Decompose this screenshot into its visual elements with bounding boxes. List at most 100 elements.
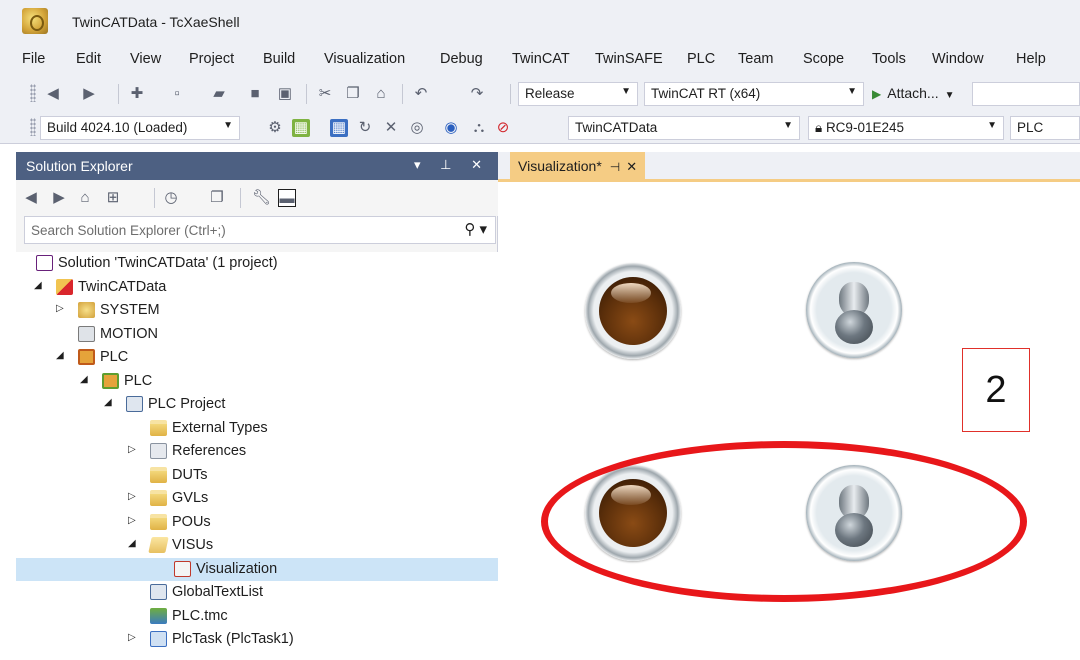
target-icon[interactable]: ◎ xyxy=(408,119,426,137)
properties-icon[interactable]: 🔧︎ xyxy=(252,189,271,207)
hide-disabled-icon[interactable]: ⊘ xyxy=(494,119,512,137)
tree-item-plc-tmc[interactable]: PLC.tmc xyxy=(16,605,498,629)
twincat-toolbar: Build 4024.10 (Loaded) ▼ ⚙ ▦ ▦ ↻ ✕ ◎ ◉ ⛬… xyxy=(0,110,1080,144)
preview-icon[interactable]: ▬ xyxy=(278,189,296,207)
configuration-dropdown[interactable]: Release ▼ xyxy=(518,82,638,106)
menu-plc[interactable]: PLC xyxy=(687,51,715,67)
menu-twincat[interactable]: TwinCAT xyxy=(512,51,570,67)
toolbar-grip-icon[interactable] xyxy=(30,118,36,136)
panel-header-icons[interactable]: ▾ ⊥ ✕ xyxy=(414,157,490,173)
tree-item-gvls[interactable]: ▷ GVLs xyxy=(16,487,498,511)
menu-twinsafe[interactable]: TwinSAFE xyxy=(595,51,663,67)
toggle-switch-element-1[interactable] xyxy=(806,262,902,358)
app-logo-icon xyxy=(22,8,48,34)
collapsed-arrow-icon[interactable]: ▷ xyxy=(56,303,64,314)
tree-item-motion[interactable]: MOTION xyxy=(16,323,498,347)
undo-icon[interactable]: ↶ xyxy=(412,85,430,103)
save-all-icon[interactable]: ▣ xyxy=(276,85,294,103)
tree-item-plc-project-node[interactable]: ◢ PLC xyxy=(16,370,498,394)
tree-item-system[interactable]: ▷ SYSTEM xyxy=(16,299,498,323)
collapse-all-icon[interactable]: ❐ xyxy=(208,189,226,207)
tree-item-plctask[interactable]: ▷ PlcTask (PlcTask1) xyxy=(16,628,498,652)
home-icon[interactable]: ⌂ xyxy=(76,189,94,207)
tree-item-twincatdata[interactable]: ◢ TwinCATData xyxy=(16,276,498,300)
run-mode-icon[interactable]: ▦ xyxy=(292,119,310,137)
config-mode-icon[interactable]: ▦ xyxy=(330,119,348,137)
menu-team[interactable]: Team xyxy=(738,51,773,67)
extra-combo[interactable] xyxy=(972,82,1080,106)
activate-configuration-icon[interactable]: ⚙ xyxy=(266,119,284,137)
navigate-back-icon[interactable]: ◀ xyxy=(44,85,62,103)
navigate-forward-icon[interactable]: ▶ xyxy=(80,85,98,103)
expanded-arrow-icon[interactable]: ◢ xyxy=(34,280,42,291)
twincat-project-icon xyxy=(56,278,73,295)
target-system-dropdown[interactable]: 🔒︎ RC9-01E245 ▼ xyxy=(808,116,1004,140)
title-bar: TwinCATData - TcXaeShell xyxy=(0,0,1080,44)
tree-item-visualization[interactable]: Visualization xyxy=(16,557,498,581)
highlight-ellipse xyxy=(541,441,1027,602)
paste-icon[interactable]: ⌂ xyxy=(372,85,390,103)
solution-explorer-panel: Solution Explorer ▾ ⊥ ✕ ◀ ▶ ⌂ ⊞ ◷ ❐ 🔧︎ ▬… xyxy=(16,152,498,660)
pending-changes-icon[interactable]: ◷ xyxy=(162,189,180,207)
platform-dropdown[interactable]: TwinCAT RT (x64) ▼ xyxy=(644,82,864,106)
tree-item-label: POUs xyxy=(172,513,211,530)
menu-view[interactable]: View xyxy=(130,51,161,67)
search-icon[interactable]: ⚲ ▾ xyxy=(464,220,487,238)
menu-window[interactable]: Window xyxy=(932,51,984,67)
build-version-dropdown[interactable]: Build 4024.10 (Loaded) ▼ xyxy=(40,116,240,140)
copy-icon[interactable]: ❐ xyxy=(344,85,362,103)
add-item-icon[interactable]: ▫ xyxy=(168,85,186,103)
chevron-down-icon: ▼ xyxy=(621,86,631,97)
menu-tools[interactable]: Tools xyxy=(872,51,906,67)
redo-icon[interactable]: ↷ xyxy=(468,85,486,103)
save-icon[interactable]: ■ xyxy=(246,85,264,103)
attach-button[interactable]: ▶ Attach... ▼ xyxy=(872,85,955,101)
collapsed-arrow-icon[interactable]: ▷ xyxy=(128,444,136,455)
toggle-free-run-icon[interactable]: ◉ xyxy=(442,119,460,137)
menu-scope[interactable]: Scope xyxy=(803,51,844,67)
tree-item-references[interactable]: ▷ References xyxy=(16,440,498,464)
menu-visualization[interactable]: Visualization xyxy=(324,51,405,67)
open-folder-icon[interactable]: ▰ xyxy=(210,85,228,103)
expanded-arrow-icon[interactable]: ◢ xyxy=(56,350,64,361)
expanded-arrow-icon[interactable]: ◢ xyxy=(128,538,136,549)
chevron-down-icon: ▼ xyxy=(223,120,233,131)
tree-item-plc[interactable]: ◢ PLC xyxy=(16,346,498,370)
expanded-arrow-icon[interactable]: ◢ xyxy=(80,374,88,385)
collapsed-arrow-icon[interactable]: ▷ xyxy=(128,515,136,526)
cut-icon[interactable]: ✂ xyxy=(316,85,334,103)
collapsed-arrow-icon[interactable]: ▷ xyxy=(128,491,136,502)
tree-item-solution[interactable]: Solution 'TwinCATData' (1 project) xyxy=(16,252,498,276)
expanded-arrow-icon[interactable]: ◢ xyxy=(104,397,112,408)
show-sub-items-icon[interactable]: ⛬ xyxy=(470,119,488,137)
menu-edit[interactable]: Edit xyxy=(76,51,101,67)
toolbar-grip-icon[interactable] xyxy=(30,84,36,102)
forward-icon[interactable]: ▶ xyxy=(50,189,68,207)
tree-item-plc-project[interactable]: ◢ PLC Project xyxy=(16,393,498,417)
menu-debug[interactable]: Debug xyxy=(440,51,483,67)
build-version-value: Build 4024.10 (Loaded) xyxy=(47,120,188,135)
back-icon[interactable]: ◀ xyxy=(22,189,40,207)
menu-file[interactable]: File xyxy=(22,51,45,67)
menu-project[interactable]: Project xyxy=(189,51,234,67)
menu-build[interactable]: Build xyxy=(263,51,295,67)
new-project-icon[interactable]: ✚ xyxy=(128,85,146,103)
collapsed-arrow-icon[interactable]: ▷ xyxy=(128,632,136,643)
tree-item-pous[interactable]: ▷ POUs xyxy=(16,511,498,535)
menu-help[interactable]: Help xyxy=(1016,51,1046,67)
tree-item-globaltextlist[interactable]: GlobalTextList xyxy=(16,581,498,605)
switch-views-icon[interactable]: ⊞ xyxy=(104,189,122,207)
plc-dropdown[interactable]: PLC xyxy=(1010,116,1080,140)
tree-item-visus[interactable]: ◢ VISUs xyxy=(16,534,498,558)
pin-icon[interactable]: ⊣ xyxy=(610,160,620,174)
close-icon[interactable]: ✕ xyxy=(626,159,637,174)
scan-icon[interactable]: ✕ xyxy=(382,119,400,137)
tree-item-external-types[interactable]: External Types xyxy=(16,417,498,441)
solution-explorer-search-input[interactable]: Search Solution Explorer (Ctrl+;) ⚲ ▾ xyxy=(24,216,496,244)
callout-number: 2 xyxy=(985,369,1007,411)
tree-item-duts[interactable]: DUTs xyxy=(16,464,498,488)
project-dropdown[interactable]: TwinCATData ▼ xyxy=(568,116,800,140)
lamp-element-1[interactable] xyxy=(585,263,681,359)
restart-icon[interactable]: ↻ xyxy=(356,119,374,137)
tab-visualization[interactable]: Visualization* ⊣ ✕ xyxy=(510,152,646,179)
